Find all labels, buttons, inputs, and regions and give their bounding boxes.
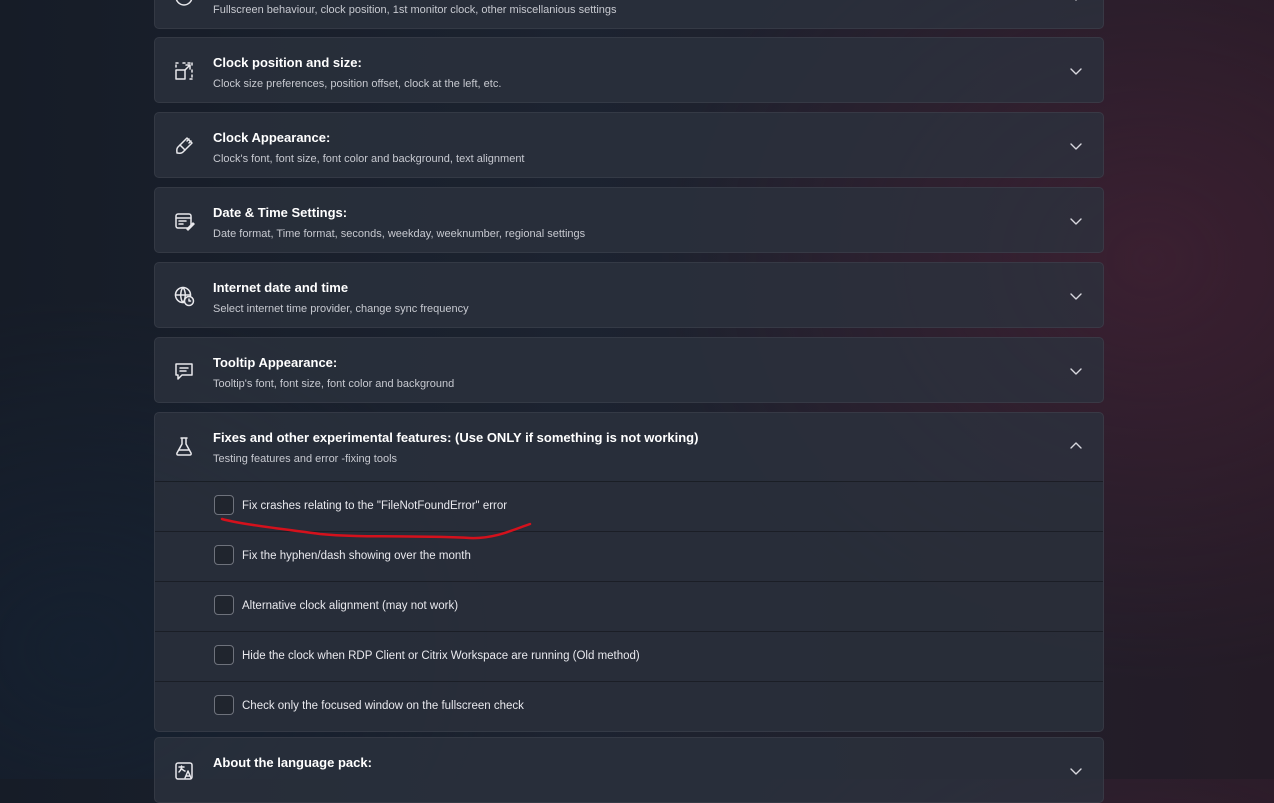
option-label: Check only the focused window on the ful… [242, 700, 524, 712]
chevron-down-icon[interactable] [1069, 139, 1083, 153]
settings-circle-icon [173, 0, 195, 8]
chevron-down-icon[interactable] [1069, 764, 1083, 778]
chevron-up-icon[interactable] [1069, 439, 1083, 453]
section-subtitle: Testing features and error -fixing tools [213, 453, 398, 465]
section-date-time-settings[interactable]: Date & Time Settings: Date format, Time … [154, 187, 1104, 253]
chevron-down-icon[interactable] [1069, 289, 1083, 303]
resize-icon [173, 60, 195, 82]
focused-window-checkbox[interactable] [214, 695, 234, 715]
fix-hyphen-checkbox[interactable] [214, 545, 234, 565]
fix-filenotfound-checkbox[interactable] [214, 495, 234, 515]
section-title: Clock position and size: [213, 55, 362, 70]
option-row[interactable]: Fix crashes relating to the "FileNotFoun… [155, 482, 1103, 532]
section-subtitle: Date format, Time format, seconds, weekd… [213, 228, 586, 240]
option-label: Alternative clock alignment (may not wor… [242, 600, 459, 612]
option-label: Fix the hyphen/dash showing over the mon… [242, 550, 471, 562]
hide-rdp-citrix-checkbox[interactable] [214, 645, 234, 665]
flask-icon [173, 435, 195, 457]
option-row[interactable]: Hide the clock when RDP Client or Citrix… [155, 632, 1103, 682]
chevron-down-icon[interactable] [1069, 0, 1083, 4]
section-subtitle: Tooltip's font, font size, font color an… [213, 378, 455, 390]
section-title: Date & Time Settings: [213, 205, 348, 220]
section-title: Clock Appearance: [213, 130, 331, 145]
section-general-settings[interactable]: Fullscreen behaviour, clock position, 1s… [154, 0, 1104, 29]
chevron-down-icon[interactable] [1069, 214, 1083, 228]
section-experimental-features: Fixes and other experimental features: (… [154, 412, 1104, 732]
globe-clock-icon [173, 285, 195, 307]
chat-bubble-icon [173, 360, 195, 382]
section-title: Tooltip Appearance: [213, 355, 338, 370]
alternative-alignment-checkbox[interactable] [214, 595, 234, 615]
section-subtitle: Clock size preferences, position offset,… [213, 78, 502, 90]
section-internet-date-time[interactable]: Internet date and time Select internet t… [154, 262, 1104, 328]
chevron-down-icon[interactable] [1069, 364, 1083, 378]
experimental-header[interactable]: Fixes and other experimental features: (… [155, 413, 1103, 481]
paintbrush-icon [173, 135, 195, 157]
section-subtitle: Clock's font, font size, font color and … [213, 153, 525, 165]
section-tooltip-appearance[interactable]: Tooltip Appearance: Tooltip's font, font… [154, 337, 1104, 403]
section-title: About the language pack: [213, 755, 372, 770]
section-clock-appearance[interactable]: Clock Appearance: Clock's font, font siz… [154, 112, 1104, 178]
section-clock-position-size[interactable]: Clock position and size: Clock size pref… [154, 37, 1104, 103]
option-row[interactable]: Alternative clock alignment (may not wor… [155, 582, 1103, 632]
option-label: Fix crashes relating to the "FileNotFoun… [242, 500, 508, 512]
option-row[interactable]: Check only the focused window on the ful… [155, 682, 1103, 730]
section-title: Internet date and time [213, 280, 349, 295]
chevron-down-icon[interactable] [1069, 64, 1083, 78]
section-title: Fixes and other experimental features: (… [213, 430, 699, 445]
section-language-pack[interactable]: About the language pack: [154, 737, 1104, 803]
section-subtitle: Select internet time provider, change sy… [213, 303, 469, 315]
calendar-edit-icon [173, 210, 195, 232]
option-row[interactable]: Fix the hyphen/dash showing over the mon… [155, 532, 1103, 582]
section-subtitle: Fullscreen behaviour, clock position, 1s… [213, 4, 617, 16]
option-label: Hide the clock when RDP Client or Citrix… [242, 650, 640, 662]
